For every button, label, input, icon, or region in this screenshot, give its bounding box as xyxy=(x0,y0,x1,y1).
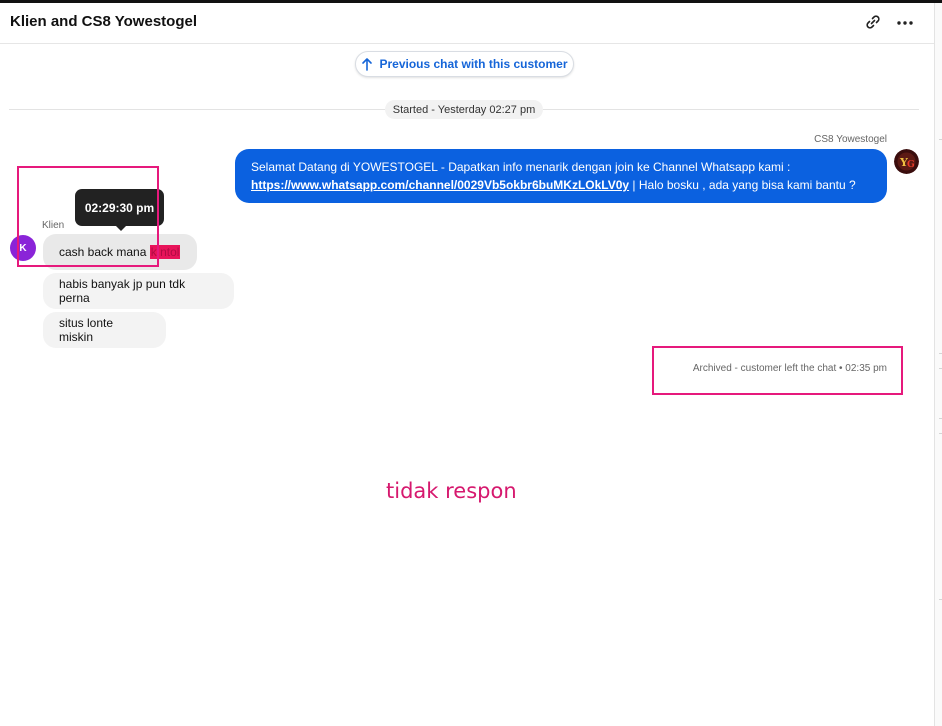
previous-chat-label: Previous chat with this customer xyxy=(379,57,568,71)
whatsapp-channel-link[interactable]: https://www.whatsapp.com/channel/0029Vb5… xyxy=(251,178,629,192)
svg-text:G: G xyxy=(907,160,915,170)
agent-message-text: Selamat Datang di YOWESTOGEL - Dapatkan … xyxy=(251,160,791,174)
annotation-box-archived xyxy=(652,346,903,395)
client-message[interactable]: situs lonte miskin xyxy=(43,312,166,348)
side-panel-edge xyxy=(934,3,942,726)
chat-started-label: Started - Yesterday 02:27 pm xyxy=(385,100,543,119)
annotation-box-client-message xyxy=(17,166,159,267)
client-message[interactable]: habis banyak jp pun tdk perna xyxy=(43,273,234,309)
client-message-text: habis banyak jp pun tdk perna xyxy=(59,277,186,305)
agent-message-bubble: Selamat Datang di YOWESTOGEL - Dapatkan … xyxy=(235,149,887,203)
agent-name: CS8 Yowestogel xyxy=(814,134,887,145)
previous-chat-button[interactable]: Previous chat with this customer xyxy=(355,51,574,77)
more-horizontal-icon[interactable] xyxy=(894,11,916,33)
agent-avatar: Y G xyxy=(894,149,919,174)
client-message-text: situs lonte miskin xyxy=(59,316,114,344)
agent-message-suffix: | Halo bosku , ada yang bisa kami bantu … xyxy=(629,178,856,192)
chat-header: Klien and CS8 Yowestogel xyxy=(0,3,934,44)
link-icon[interactable] xyxy=(862,11,884,33)
annotation-note: tidak respon xyxy=(386,479,517,503)
chat-title: Klien and CS8 Yowestogel xyxy=(10,13,197,30)
arrow-up-icon xyxy=(361,57,373,71)
